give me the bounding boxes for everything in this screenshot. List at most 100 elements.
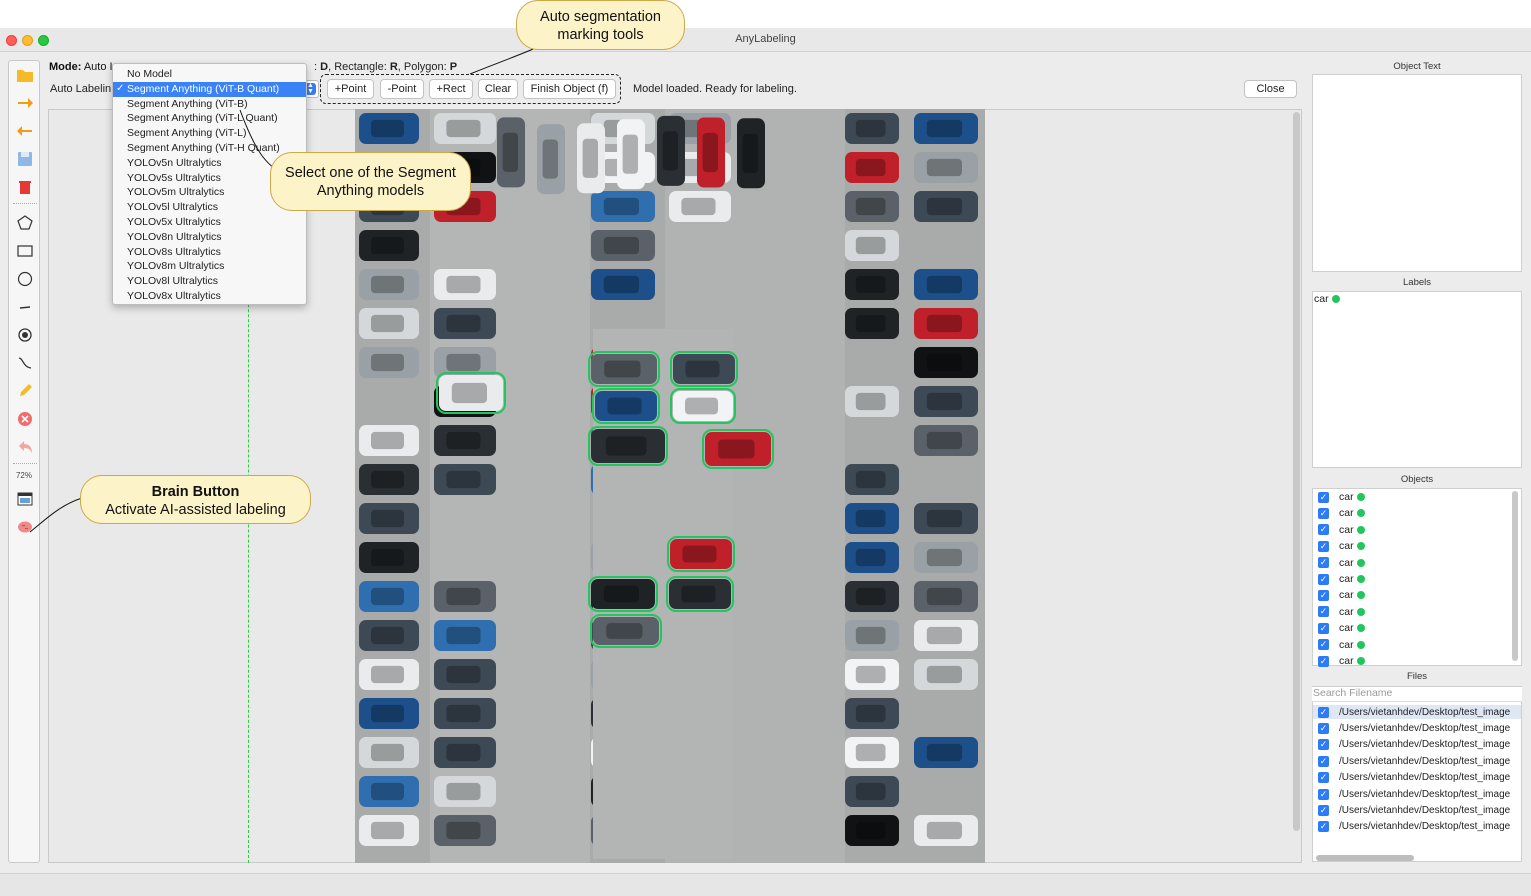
mode-indicator: Mode: Auto I: [49, 61, 113, 73]
objects-scrollbar[interactable]: [1512, 491, 1518, 661]
label-color-dot: [1356, 525, 1365, 534]
object-item[interactable]: ✓ car: [1318, 638, 1365, 652]
status-bar: [0, 873, 1531, 896]
object-item[interactable]: ✓ car: [1318, 523, 1365, 537]
object-item[interactable]: ✓ car: [1318, 490, 1365, 504]
checkbox[interactable]: ✓: [1318, 507, 1329, 519]
checkbox[interactable]: ✓: [1318, 540, 1329, 552]
label-item[interactable]: car: [1314, 293, 1340, 305]
checkbox[interactable]: ✓: [1318, 772, 1329, 784]
model-option[interactable]: YOLOv8m Ultralytics: [113, 259, 306, 274]
fit-window-icon[interactable]: [14, 489, 36, 509]
linestrip-tool-icon[interactable]: [14, 353, 36, 373]
labels-title: Labels: [1403, 277, 1431, 288]
file-item[interactable]: ✓/Users/vietanhdev/Desktop/test_image: [1318, 820, 1522, 834]
zoom-level: 72%: [15, 471, 32, 480]
checkbox[interactable]: ✓: [1318, 706, 1329, 718]
finish-object-button[interactable]: Finish Object (f): [523, 79, 616, 99]
checkbox[interactable]: ✓: [1318, 557, 1329, 569]
model-option[interactable]: YOLOv5x Ultralytics: [113, 215, 306, 230]
file-item[interactable]: ✓/Users/vietanhdev/Desktop/test_image: [1318, 771, 1522, 785]
checkbox[interactable]: ✓: [1318, 821, 1329, 833]
add-point-button[interactable]: +Point: [327, 79, 374, 99]
files-horizontal-scrollbar[interactable]: [1316, 855, 1414, 861]
open-folder-icon[interactable]: [14, 65, 36, 85]
remove-point-button[interactable]: -Point: [380, 79, 424, 99]
model-option[interactable]: YOLOv8l Ultralytics: [113, 274, 306, 289]
file-item[interactable]: ✓/Users/vietanhdev/Desktop/test_image: [1318, 754, 1522, 768]
label-color-dot: [1356, 640, 1365, 649]
edit-pencil-icon[interactable]: [14, 381, 36, 401]
brain-icon[interactable]: [14, 517, 36, 537]
checkbox[interactable]: ✓: [1318, 788, 1329, 800]
parking-lot-image[interactable]: [355, 109, 985, 863]
model-option[interactable]: YOLOv8x Ultralytics: [113, 289, 306, 304]
status-message: Model loaded. Ready for labeling.: [633, 83, 797, 95]
line-tool-icon[interactable]: [14, 297, 36, 317]
file-item[interactable]: ✓/Users/vietanhdev/Desktop/test_image: [1318, 738, 1522, 752]
file-item[interactable]: ✓/Users/vietanhdev/Desktop/test_image: [1318, 803, 1522, 817]
label-color-dot: [1331, 295, 1340, 304]
close-auto-labeling-button[interactable]: Close: [1244, 80, 1297, 98]
add-rect-button[interactable]: +Rect: [429, 79, 473, 99]
delete-icon[interactable]: [14, 177, 36, 197]
model-option[interactable]: ✓ Segment Anything (ViT-B Quant): [113, 81, 306, 97]
checkbox[interactable]: ✓: [1318, 622, 1329, 634]
next-image-icon[interactable]: [14, 93, 36, 113]
checkmark-icon: ✓: [116, 82, 125, 94]
polygon-tool-icon[interactable]: [14, 213, 36, 233]
window-title: AnyLabeling: [735, 33, 796, 45]
object-item[interactable]: ✓ car: [1318, 621, 1365, 635]
checkbox[interactable]: ✓: [1318, 739, 1329, 751]
checkbox[interactable]: ✓: [1318, 491, 1329, 503]
save-icon[interactable]: [14, 149, 36, 169]
checkbox[interactable]: ✓: [1318, 655, 1329, 667]
rectangle-tool-icon[interactable]: [14, 241, 36, 261]
object-item[interactable]: ✓ car: [1318, 588, 1365, 602]
object-item[interactable]: ✓ car: [1318, 605, 1365, 619]
circle-tool-icon[interactable]: [14, 269, 36, 289]
label-color-dot: [1356, 493, 1365, 501]
prev-image-icon[interactable]: [14, 121, 36, 141]
checkbox[interactable]: ✓: [1318, 804, 1329, 816]
model-option[interactable]: Segment Anything (ViT-B): [113, 97, 306, 112]
undo-icon[interactable]: [14, 437, 36, 457]
object-item[interactable]: ✓ car: [1318, 556, 1365, 570]
canvas-scrollbar[interactable]: [1293, 112, 1300, 831]
point-tool-icon[interactable]: [14, 325, 36, 345]
objects-title: Objects: [1400, 474, 1434, 485]
checkbox[interactable]: ✓: [1318, 606, 1329, 618]
label-color-dot: [1356, 657, 1365, 665]
cancel-icon[interactable]: [14, 409, 36, 429]
label-color-dot: [1356, 624, 1365, 633]
file-item[interactable]: ✓/Users/vietanhdev/Desktop/test_image: [1318, 721, 1522, 735]
file-item[interactable]: ✓/Users/vietanhdev/Desktop/test_image: [1318, 787, 1522, 801]
model-option[interactable]: YOLOv8n Ultralytics: [113, 230, 306, 245]
checkbox[interactable]: ✓: [1318, 524, 1329, 536]
object-item[interactable]: ✓ car: [1318, 572, 1365, 586]
object-text-box[interactable]: [1312, 74, 1522, 272]
checkbox[interactable]: ✓: [1318, 639, 1329, 651]
files-title: Files: [1406, 671, 1428, 682]
auto-labeling-label: Auto Labelin: [50, 83, 112, 95]
model-option[interactable]: No Model: [113, 67, 306, 82]
model-option[interactable]: Segment Anything (ViT-L Quant): [113, 111, 306, 126]
model-option[interactable]: YOLOv8s Ultralytics: [113, 245, 306, 260]
checkbox[interactable]: ✓: [1318, 573, 1329, 585]
file-item[interactable]: ✓/Users/vietanhdev/Desktop/test_image: [1313, 705, 1521, 719]
checkbox[interactable]: ✓: [1318, 722, 1329, 734]
labels-list[interactable]: [1312, 291, 1522, 468]
object-item[interactable]: ✓ car: [1318, 539, 1365, 553]
checkbox[interactable]: ✓: [1318, 589, 1329, 601]
object-item[interactable]: ✓ car: [1318, 506, 1365, 520]
object-item[interactable]: ✓ car: [1318, 654, 1365, 668]
shortcut-hints: : D, Rectangle: R, Polygon: P: [314, 61, 458, 73]
clear-button[interactable]: Clear: [478, 79, 518, 99]
label-color-dot: [1356, 591, 1365, 600]
select-model-callout: Select one of the Segment Anything model…: [270, 152, 471, 211]
label-color-dot: [1356, 607, 1365, 616]
search-filename-input[interactable]: Search Filename: [1312, 687, 1522, 702]
model-option[interactable]: Segment Anything (ViT-H Quant): [113, 141, 306, 156]
model-option[interactable]: Segment Anything (ViT-L): [113, 126, 306, 141]
checkbox[interactable]: ✓: [1318, 755, 1329, 767]
